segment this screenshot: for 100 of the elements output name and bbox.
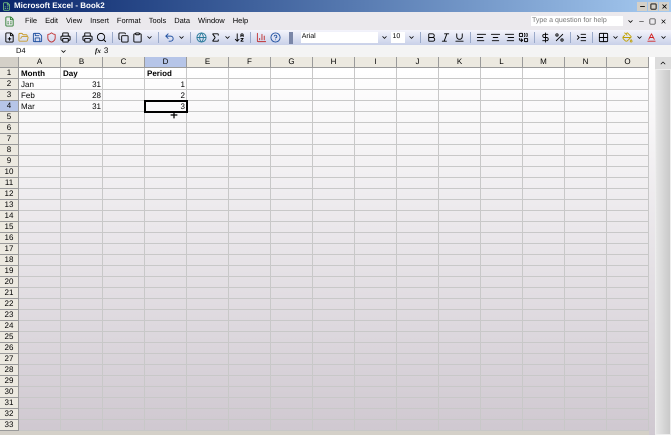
caret-icon[interactable] bbox=[627, 18, 634, 24]
fill-color-icon[interactable] bbox=[622, 32, 633, 43]
column-header[interactable]: L bbox=[481, 57, 523, 68]
spreadsheet-icon bbox=[2, 2, 11, 10]
workbook-icon[interactable] bbox=[4, 16, 15, 26]
table-cell-text: Feb bbox=[20, 90, 36, 101]
caret-icon[interactable] bbox=[408, 34, 416, 41]
row-header[interactable]: 32 bbox=[0, 409, 19, 420]
row-header[interactable]: 11 bbox=[0, 178, 19, 189]
row-header[interactable]: 3 bbox=[0, 90, 19, 101]
column-header[interactable]: G bbox=[271, 57, 313, 68]
column-header[interactable]: J bbox=[397, 57, 439, 68]
hyperlink-icon[interactable] bbox=[196, 32, 207, 43]
row-header[interactable]: 9 bbox=[0, 156, 19, 167]
column-header[interactable]: K bbox=[439, 57, 481, 68]
print-preview-icon[interactable] bbox=[96, 32, 107, 43]
save-icon[interactable] bbox=[32, 32, 43, 43]
row-header[interactable]: 25 bbox=[0, 332, 19, 343]
table-cell-text: 31 bbox=[91, 101, 102, 112]
caret-icon[interactable] bbox=[612, 34, 619, 41]
row-header[interactable]: 7 bbox=[0, 134, 19, 145]
row-header[interactable]: 4 bbox=[0, 101, 19, 112]
column-header[interactable]: M bbox=[523, 57, 565, 68]
font-color-icon[interactable] bbox=[646, 32, 657, 43]
underline-icon[interactable] bbox=[454, 32, 466, 43]
vertical-scrollbar[interactable] bbox=[655, 57, 671, 435]
row-header[interactable]: 1 bbox=[0, 68, 19, 79]
align-left-icon[interactable] bbox=[476, 32, 488, 43]
column-header[interactable]: O bbox=[607, 57, 649, 68]
borders-icon[interactable] bbox=[598, 32, 609, 43]
formula-value[interactable]: 3 bbox=[104, 45, 108, 57]
printer-icon[interactable] bbox=[60, 32, 71, 43]
percent-icon[interactable] bbox=[554, 32, 566, 43]
table-cell-text: Day bbox=[62, 68, 79, 79]
caret-icon[interactable] bbox=[178, 34, 185, 41]
column-header[interactable]: N bbox=[565, 57, 607, 68]
row-header[interactable]: 17 bbox=[0, 244, 19, 255]
indent-icon[interactable] bbox=[576, 32, 588, 43]
permission-icon[interactable] bbox=[46, 32, 57, 43]
column-header[interactable]: E bbox=[187, 57, 229, 68]
row-header[interactable]: 10 bbox=[0, 167, 19, 178]
column-header[interactable]: D bbox=[145, 57, 187, 68]
row-header[interactable]: 22 bbox=[0, 299, 19, 310]
column-header[interactable]: F bbox=[229, 57, 271, 68]
caret-icon[interactable] bbox=[224, 34, 231, 41]
row-header[interactable]: 14 bbox=[0, 211, 19, 222]
row-header[interactable]: 27 bbox=[0, 354, 19, 365]
row-header[interactable]: 31 bbox=[0, 398, 19, 409]
print-icon[interactable] bbox=[82, 32, 93, 43]
row-header[interactable]: 5 bbox=[0, 112, 19, 123]
row-header[interactable]: 26 bbox=[0, 343, 19, 354]
column-header[interactable]: H bbox=[313, 57, 355, 68]
row-header[interactable]: 28 bbox=[0, 365, 19, 376]
caret-icon[interactable] bbox=[60, 48, 67, 54]
row-header[interactable]: 6 bbox=[0, 123, 19, 134]
column-header[interactable]: A bbox=[19, 57, 61, 68]
row-header[interactable]: 15 bbox=[0, 222, 19, 233]
restore-icon[interactable] bbox=[649, 18, 656, 24]
row-header[interactable]: 20 bbox=[0, 277, 19, 288]
sort-ascending-icon[interactable] bbox=[234, 32, 245, 43]
chart-icon[interactable] bbox=[256, 32, 267, 43]
row-header[interactable]: 13 bbox=[0, 200, 19, 211]
row-header[interactable]: 30 bbox=[0, 387, 19, 398]
autosum-icon[interactable] bbox=[210, 32, 221, 43]
undo-icon[interactable] bbox=[164, 32, 175, 43]
row-header[interactable]: 21 bbox=[0, 288, 19, 299]
column-header[interactable]: B bbox=[61, 57, 103, 68]
table-cell-text: 28 bbox=[91, 90, 102, 101]
row-header[interactable]: 24 bbox=[0, 321, 19, 332]
table-cell-text: 1 bbox=[180, 79, 186, 90]
row-header[interactable]: 18 bbox=[0, 255, 19, 266]
row-header[interactable]: 16 bbox=[0, 233, 19, 244]
table-cell-text: 2 bbox=[180, 90, 186, 101]
caret-icon[interactable] bbox=[636, 34, 643, 41]
column-header[interactable]: I bbox=[355, 57, 397, 68]
close-icon[interactable] bbox=[660, 18, 667, 24]
align-center-icon[interactable] bbox=[490, 32, 502, 43]
paste-icon[interactable] bbox=[132, 32, 143, 43]
row-header[interactable]: 8 bbox=[0, 145, 19, 156]
italic-icon[interactable] bbox=[440, 32, 452, 43]
row-header[interactable]: 33 bbox=[0, 420, 19, 431]
caret-icon[interactable] bbox=[146, 34, 153, 41]
table-cell-text: Jan bbox=[20, 79, 35, 90]
copy-icon[interactable] bbox=[118, 32, 129, 43]
row-header[interactable]: 23 bbox=[0, 310, 19, 321]
column-header[interactable]: C bbox=[103, 57, 145, 68]
align-right-icon[interactable] bbox=[504, 32, 516, 43]
currency-icon[interactable] bbox=[540, 32, 552, 43]
table-cell-text: Month bbox=[20, 68, 46, 79]
scroll-thumb[interactable] bbox=[656, 70, 670, 434]
row-header[interactable]: 29 bbox=[0, 376, 19, 387]
bold-icon[interactable] bbox=[426, 32, 438, 43]
merge-center-icon[interactable] bbox=[518, 32, 530, 43]
row-header[interactable]: 12 bbox=[0, 189, 19, 200]
row-header[interactable]: 19 bbox=[0, 266, 19, 277]
new-document-icon[interactable] bbox=[4, 32, 15, 43]
help-icon[interactable] bbox=[270, 32, 281, 43]
row-header[interactable]: 2 bbox=[0, 79, 19, 90]
caret-icon[interactable] bbox=[660, 34, 667, 41]
caret-icon[interactable] bbox=[381, 34, 388, 41]
